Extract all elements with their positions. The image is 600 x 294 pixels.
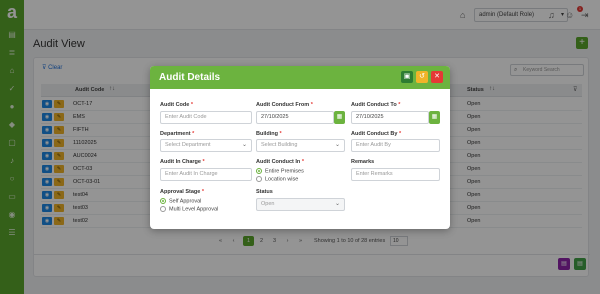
radio-self-approval[interactable]: Self Approval [160,198,201,204]
audit-in-charge-label: Audit In Charge * [160,159,205,165]
building-label: Building * [256,131,282,137]
radio-multi-level-approval[interactable]: Multi Level Approval [160,206,218,212]
remarks-input[interactable]: Enter Remarks [351,168,440,181]
calendar-icon[interactable]: ▦ [334,111,345,124]
chevron-down-icon: ⌄ [334,142,340,148]
radio-entire-premises[interactable]: Entire Premises [256,168,304,174]
status-label: Status [256,189,273,195]
audit-conduct-by-label: Audit Conduct By * [351,131,402,137]
status-select: Open ⌄ [256,198,345,211]
reset-button[interactable]: ↺ [416,71,428,83]
audit-conduct-to-label: Audit Conduct To * [351,102,401,108]
modal-header: Audit Details ▣ ↺ ✕ [150,66,450,89]
audit-conduct-from-input[interactable]: 27/10/2025 [256,111,334,124]
department-label: Department * [160,131,195,137]
audit-details-modal: Audit Details ▣ ↺ ✕ Audit Code * Enter A… [150,66,450,229]
audit-code-input[interactable]: Enter Audit Code [160,111,252,124]
approval-stage-label: Approval Stage * [160,189,205,195]
save-button[interactable]: ▣ [401,71,413,83]
chevron-down-icon: ⌄ [334,201,340,207]
remarks-label: Remarks [351,159,375,165]
close-button[interactable]: ✕ [431,71,443,83]
audit-conduct-in-label: Audit Conduct In * [256,159,304,165]
audit-in-charge-input[interactable]: Enter Audit In Charge [160,168,252,181]
audit-conduct-from-label: Audit Conduct From * [256,102,313,108]
audit-code-label: Audit Code * [160,102,194,108]
calendar-icon[interactable]: ▦ [429,111,440,124]
radio-location-wise[interactable]: Location wise [256,176,298,182]
audit-conduct-to-input[interactable]: 27/10/2025 [351,111,429,124]
building-select[interactable]: Select Building ⌄ [256,139,345,152]
audit-conduct-by-input[interactable]: Enter Audit By [351,139,440,152]
department-select[interactable]: Select Department ⌄ [160,139,252,152]
modal-title: Audit Details [159,72,221,83]
chevron-down-icon: ⌄ [241,142,247,148]
